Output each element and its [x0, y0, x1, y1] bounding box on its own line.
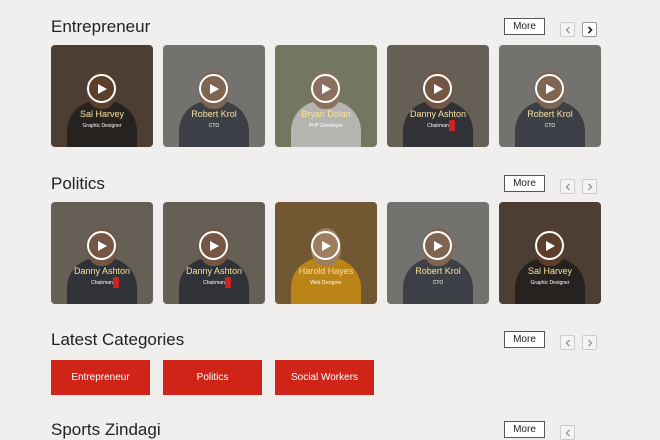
card-role: CTO — [432, 280, 444, 286]
category-button-politics[interactable]: Politics — [163, 360, 262, 395]
card-name: Danny Ashton — [73, 266, 131, 276]
profile-card[interactable]: Sal Harvey Graphic Designer — [499, 202, 601, 304]
section-title: Latest Categories — [51, 330, 185, 349]
card-name: Robert Krol — [415, 266, 461, 276]
card-name: Danny Ashton — [409, 109, 467, 119]
card-role: CTO — [544, 123, 556, 129]
prev-arrow-button[interactable] — [560, 179, 575, 194]
profile-card[interactable]: Danny Ashton Chairman — [387, 45, 489, 147]
card-role: Chairman — [91, 280, 113, 286]
card-name: Sal Harvey — [527, 266, 572, 276]
next-arrow-button[interactable] — [582, 22, 597, 37]
category-button-entrepreneur[interactable]: Entrepreneur — [51, 360, 150, 395]
card-name: Harold Hayes — [298, 266, 354, 276]
card-role: Graphic Designer — [530, 280, 570, 286]
card-name: Robert Krol — [191, 109, 237, 119]
card-role: CTO — [208, 123, 220, 129]
card-carousel: Sal Harvey Graphic Designer Robert Krol CTO… — [51, 45, 611, 147]
play-icon[interactable] — [87, 231, 116, 260]
section-title: Politics — [51, 174, 105, 193]
section-title: Sports Zindagi — [51, 420, 161, 439]
play-icon[interactable] — [311, 74, 340, 103]
play-icon[interactable] — [535, 231, 564, 260]
chevron-right-icon — [587, 25, 593, 34]
profile-card[interactable]: Sal Harvey Graphic Designer — [51, 45, 153, 147]
more-button[interactable]: More — [504, 331, 545, 348]
card-name: Robert Krol — [527, 109, 573, 119]
more-button[interactable]: More — [504, 421, 545, 438]
category-button-social-workers[interactable]: Social Workers — [275, 360, 374, 395]
card-role: PHP Developer — [308, 123, 344, 129]
next-arrow-button[interactable] — [582, 179, 597, 194]
play-icon[interactable] — [311, 231, 340, 260]
profile-card[interactable]: Robert Krol CTO — [387, 202, 489, 304]
section-title: Entrepreneur — [51, 17, 151, 36]
card-carousel: Danny Ashton Chairman Danny Ashton Chairman… — [51, 202, 611, 304]
profile-card[interactable]: Harold Hayes Web Designer — [275, 202, 377, 304]
card-role: Chairman — [427, 123, 449, 129]
chevron-right-icon — [587, 339, 592, 346]
chevron-right-icon — [587, 183, 592, 190]
card-name: Sal Harvey — [79, 109, 124, 119]
play-icon[interactable] — [535, 74, 564, 103]
play-icon[interactable] — [87, 74, 116, 103]
play-icon[interactable] — [423, 74, 452, 103]
profile-card[interactable]: Bryan Dolan PHP Developer — [275, 45, 377, 147]
play-icon[interactable] — [423, 231, 452, 260]
play-icon[interactable] — [199, 231, 228, 260]
prev-arrow-button[interactable] — [560, 425, 575, 440]
play-icon[interactable] — [199, 74, 228, 103]
card-name: Danny Ashton — [185, 266, 243, 276]
chevron-left-icon — [565, 429, 570, 436]
profile-card[interactable]: Danny Ashton Chairman — [163, 202, 265, 304]
chevron-left-icon — [565, 183, 570, 190]
next-arrow-button[interactable] — [582, 335, 597, 350]
profile-card[interactable]: Danny Ashton Chairman — [51, 202, 153, 304]
card-role: Web Designer — [310, 280, 342, 286]
profile-card[interactable]: Robert Krol CTO — [499, 45, 601, 147]
chevron-left-icon — [565, 26, 570, 33]
more-button[interactable]: More — [504, 18, 545, 35]
card-role: Graphic Designer — [82, 123, 122, 129]
prev-arrow-button[interactable] — [560, 335, 575, 350]
card-role: Chairman — [203, 280, 225, 286]
profile-card[interactable]: Robert Krol CTO — [163, 45, 265, 147]
card-name: Bryan Dolan — [301, 109, 351, 119]
prev-arrow-button[interactable] — [560, 22, 575, 37]
chevron-left-icon — [565, 339, 570, 346]
more-button[interactable]: More — [504, 175, 545, 192]
